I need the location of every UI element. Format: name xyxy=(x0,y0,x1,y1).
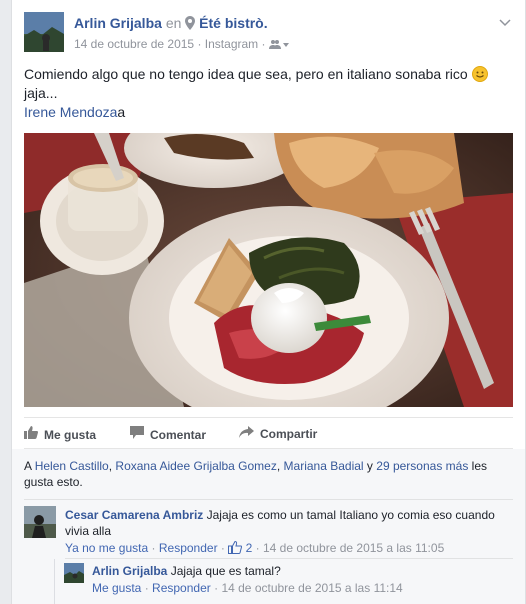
comment-label: Comentar xyxy=(150,428,207,442)
likes-sentence: A Helen Castillo, Roxana Aidee Grijalba … xyxy=(24,458,509,490)
comment-like-count[interactable]: 2 xyxy=(246,541,253,555)
post-meta: 14 de octubre de 2015 · Instagram · xyxy=(74,37,289,53)
meta-dot: · xyxy=(151,541,156,555)
reply-body: Arlin Grijalba Jajaja que es tamal? xyxy=(92,563,502,579)
like-label: Me gusta xyxy=(44,428,97,442)
meta-dot: · xyxy=(197,37,202,51)
post-text-line-2: jaja... xyxy=(24,85,58,101)
audience-icon[interactable] xyxy=(268,39,289,53)
others-link[interactable]: 29 personas más xyxy=(376,459,468,473)
author-avatar[interactable] xyxy=(24,12,64,52)
comment-icon xyxy=(130,426,144,442)
at-word: en xyxy=(165,15,182,31)
like-button[interactable]: Me gusta xyxy=(24,426,96,442)
post-header: Arlin Grijalba en Été bistrò. 14 de octu… xyxy=(24,12,513,54)
chevron-down-icon[interactable] xyxy=(499,16,511,30)
comment-timestamp[interactable]: 14 de octubre de 2015 a las 11:05 xyxy=(263,541,444,555)
likes-and: y xyxy=(366,459,373,473)
liker-link-3[interactable]: Mariana Badial xyxy=(284,459,364,473)
reply-text: Jajaja que es tamal? xyxy=(170,564,281,578)
post-text: Comiendo algo que no tengo idea que sea,… xyxy=(24,65,504,122)
post-text-line: Comiendo algo que no tengo idea que sea,… xyxy=(24,66,468,82)
post-action-bar: Me gusta Comentar Compartir xyxy=(24,417,513,449)
meta-dot: · xyxy=(144,581,149,595)
reply-author-link[interactable]: Arlin Grijalba xyxy=(92,564,167,578)
author-avatar-image xyxy=(24,12,64,52)
liker-link-1[interactable]: Helen Castillo xyxy=(35,459,109,473)
place-link[interactable]: Été bistrò. xyxy=(199,15,267,31)
reply-author-avatar[interactable] xyxy=(64,563,84,583)
unlike-comment-link[interactable]: Ya no me gusta xyxy=(65,541,148,555)
meta-dot-2: · xyxy=(261,37,266,51)
share-button[interactable]: Compartir xyxy=(239,426,317,441)
meta-dot: · xyxy=(220,541,225,555)
post-header-title: Arlin Grijalba en Été bistrò. xyxy=(74,15,268,33)
tagged-person-link[interactable]: Irene Mendoza xyxy=(24,104,117,120)
reply-like-link[interactable]: Me gusta xyxy=(92,581,141,595)
post-date-link[interactable]: 14 de octubre de 2015 xyxy=(74,37,194,51)
meta-dot: · xyxy=(255,541,260,555)
smile-emoji-icon xyxy=(471,66,488,82)
share-icon xyxy=(239,426,254,441)
reply-thread-line xyxy=(54,559,55,604)
feedback-area: A Helen Castillo, Roxana Aidee Grijalba … xyxy=(12,449,525,604)
meta-dot: · xyxy=(214,581,219,595)
comment-button[interactable]: Comentar xyxy=(130,426,206,442)
reply-reply-link[interactable]: Responder xyxy=(152,581,211,595)
commenter-avatar[interactable] xyxy=(24,506,56,538)
liker-link-2[interactable]: Roxana Aidee Grijalba Gomez xyxy=(115,459,276,473)
reply-meta: Me gusta · Responder · 14 de octubre de … xyxy=(92,581,403,595)
reply-timestamp[interactable]: 14 de octubre de 2015 a las 11:14 xyxy=(221,581,402,595)
comment-meta: Ya no me gusta · Responder · 2 · 14 de o… xyxy=(65,540,444,557)
thumbs-up-count-icon[interactable] xyxy=(228,540,243,557)
author-name-link[interactable]: Arlin Grijalba xyxy=(74,15,162,31)
like-thumb-icon xyxy=(24,426,38,442)
tag-suffix: a xyxy=(117,104,126,120)
reply-divider xyxy=(65,558,513,559)
post-card: Arlin Grijalba en Été bistrò. 14 de octu… xyxy=(11,0,526,604)
commenter-name-link[interactable]: Cesar Camarena Ambriz xyxy=(65,508,203,522)
reply-link[interactable]: Responder xyxy=(159,541,218,555)
post-source-link[interactable]: Instagram xyxy=(205,37,258,51)
post-photo[interactable] xyxy=(24,133,513,407)
share-label: Compartir xyxy=(260,427,318,441)
location-pin-icon xyxy=(185,16,196,33)
divider xyxy=(24,499,513,500)
likes-prefix: A xyxy=(24,459,32,473)
food-photo-image xyxy=(24,133,513,407)
likes-sep-1: , xyxy=(108,459,113,473)
comment-body: Cesar Camarena Ambriz Jajaja es como un … xyxy=(65,507,510,539)
likes-sep-2: , xyxy=(276,459,281,473)
